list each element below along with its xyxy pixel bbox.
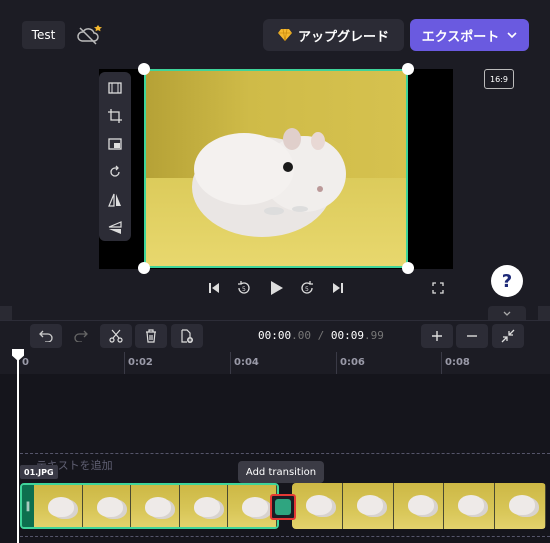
ruler-tick (336, 352, 337, 374)
current-time-fraction: .00 (291, 329, 311, 342)
clip-thumbnail (393, 483, 445, 529)
redo-icon (74, 330, 88, 342)
play-icon[interactable] (268, 279, 286, 297)
picture-in-picture-icon[interactable] (105, 134, 125, 154)
track-divider (20, 453, 550, 454)
add-transition-button[interactable] (270, 494, 296, 520)
undo-icon (39, 330, 53, 342)
ruler-label: 0 (22, 357, 29, 368)
export-label: エクスポート (421, 29, 500, 45)
ruler-label: 0:02 (128, 357, 153, 368)
current-time: 00:00 (258, 329, 292, 342)
fullscreen-icon[interactable] (430, 279, 446, 297)
clip-thumbnail (34, 485, 83, 527)
resize-handle-bottom-right[interactable] (402, 262, 414, 274)
chevron-down-icon (507, 32, 517, 38)
clip-thumbnail (495, 483, 546, 529)
duration: 00:09 (330, 329, 364, 342)
project-title[interactable]: Test (22, 21, 65, 49)
video-clip[interactable] (292, 483, 546, 529)
upgrade-button[interactable]: アップグレード (263, 19, 404, 51)
duration-fraction: .99 (364, 329, 384, 342)
flip-horizontal-icon[interactable] (105, 190, 125, 210)
export-button[interactable]: エクスポート (410, 19, 529, 51)
ruler-tick (441, 352, 442, 374)
flip-vertical-icon[interactable] (105, 218, 125, 238)
svg-text:5: 5 (242, 286, 246, 293)
time-separator: / (311, 329, 331, 342)
timecode: 00:00.00 / 00:09.99 (258, 329, 384, 342)
resize-handle-top-right[interactable] (402, 63, 414, 75)
resize-handle-top-left[interactable] (138, 63, 150, 75)
undo-button[interactable] (30, 324, 62, 348)
collapse-preview-button[interactable] (488, 306, 526, 320)
clip-thumbnail (292, 483, 343, 529)
ruler-tick (124, 352, 125, 374)
redo-button[interactable] (65, 324, 97, 348)
clip-thumbnail (444, 483, 496, 529)
forward-5s-icon[interactable]: 5 (299, 279, 315, 297)
fit-timeline-button[interactable] (492, 324, 524, 348)
fill-icon[interactable] (105, 78, 125, 98)
minus-icon (467, 335, 477, 337)
chevron-down-icon (503, 311, 511, 316)
zoom-in-button[interactable] (421, 324, 453, 348)
split-button[interactable] (100, 324, 132, 348)
svg-text:5: 5 (305, 286, 309, 293)
skip-back-icon[interactable] (206, 279, 222, 297)
cloud-off-icon[interactable] (74, 22, 104, 48)
selection-frame[interactable] (144, 69, 408, 268)
aspect-ratio-button[interactable]: 16:9 (484, 69, 514, 89)
trim-handle-icon[interactable]: ‖ (22, 485, 34, 527)
tool-palette (99, 72, 131, 241)
clip-thumbnail (179, 485, 229, 527)
diamond-icon (277, 29, 292, 41)
zoom-out-button[interactable] (456, 324, 488, 348)
clip-name-badge: 01.JPG (20, 465, 58, 479)
playhead[interactable] (17, 352, 19, 543)
rewind-5s-icon[interactable]: 5 (236, 279, 252, 297)
resize-handle-bottom-left[interactable] (138, 262, 150, 274)
clip-thumbnail (342, 483, 394, 529)
file-add-icon (181, 329, 193, 343)
clip-thumbnail (82, 485, 132, 527)
rotate-icon[interactable] (105, 162, 125, 182)
collapse-arrows-icon (501, 329, 515, 343)
add-transition-tooltip: Add transition (238, 461, 324, 483)
delete-button[interactable] (135, 324, 167, 348)
track-divider (20, 536, 550, 537)
crop-icon[interactable] (105, 106, 125, 126)
add-media-button[interactable] (171, 324, 203, 348)
trash-icon (146, 329, 156, 343)
skip-forward-icon[interactable] (330, 279, 346, 297)
help-button[interactable]: ? (491, 265, 523, 297)
upgrade-label: アップグレード (297, 29, 389, 45)
ruler-tick (230, 352, 231, 374)
clip-thumbnail (131, 485, 180, 527)
video-clip-selected[interactable]: ‖ (20, 483, 279, 529)
plus-icon (432, 331, 442, 341)
ruler-label: 0:08 (445, 357, 470, 368)
transition-icon (275, 499, 291, 515)
ruler-label: 0:06 (340, 357, 365, 368)
scissors-icon (109, 329, 123, 343)
ruler-label: 0:04 (234, 357, 259, 368)
